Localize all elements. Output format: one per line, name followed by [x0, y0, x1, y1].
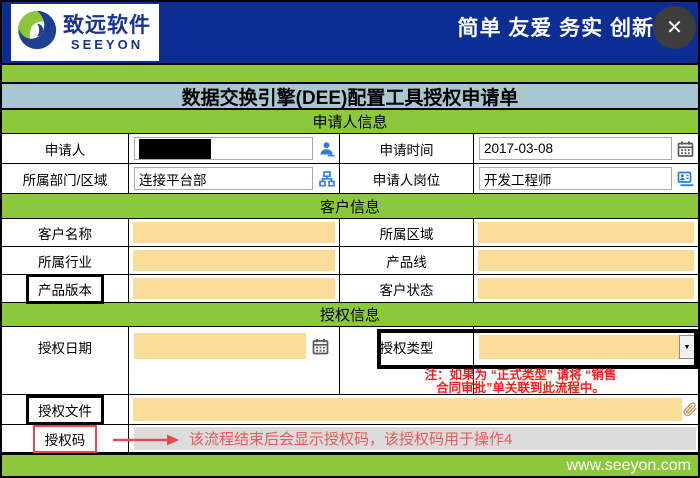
position-label: 申请人岗位 — [340, 164, 474, 193]
row-industry: 所属行业 产品线 — [2, 247, 698, 275]
paperclip-icon[interactable] — [682, 399, 698, 424]
brand-name: 致远软件 — [63, 13, 151, 37]
customer-status-label: 客户状态 — [340, 275, 474, 302]
customer-status-field[interactable] — [478, 278, 694, 299]
region-field[interactable] — [478, 222, 694, 243]
region-label: 所属区域 — [340, 219, 474, 246]
arrow-right-icon — [113, 433, 179, 451]
row-product-version: 产品版本 客户状态 — [2, 273, 698, 304]
product-version-field[interactable] — [133, 278, 335, 299]
website-url: www.seeyon.com — [566, 456, 692, 474]
auth-code-note: 该流程结束后会显示授权码，该授权码用于操作4 — [189, 431, 513, 448]
product-version-label: 产品版本 — [26, 273, 104, 304]
auth-type-note: 注：如果为 “正式类型” 请将 “销售 合同审批”单关联到此流程中。 — [347, 369, 694, 395]
applicant-name-label: 申请人 — [2, 134, 129, 163]
row-customer-name: 客户名称 所属区域 — [2, 219, 698, 247]
auth-date-field[interactable] — [134, 333, 306, 359]
footer-bar: www.seeyon.com — [2, 453, 698, 476]
auth-type-field[interactable] — [479, 335, 679, 359]
section-applicant-info: 申请人信息 — [2, 110, 698, 134]
product-line-field[interactable] — [478, 250, 694, 271]
seeyon-logo-text: 致远软件 SEEYON — [63, 15, 151, 51]
row-auth-code: 授权码 该流程结束后会显示授权码，该授权码用于操作4 — [2, 424, 698, 453]
customer-name-field[interactable] — [133, 222, 335, 243]
brand-subname: SEEYON — [70, 36, 144, 52]
auth-file-field[interactable] — [133, 398, 682, 421]
window-header: 致远软件 SEEYON 简单 友爱 务实 创新 ✕ — [2, 2, 698, 63]
close-icon[interactable]: ✕ — [653, 6, 696, 49]
top-green-strip — [2, 63, 698, 84]
form-title: 数据交换引擎(DEE)配置工具授权申请单 — [2, 84, 698, 110]
calendar-icon[interactable] — [677, 140, 694, 157]
department-input[interactable]: 连接平台部 — [134, 167, 313, 190]
auth-file-label: 授权文件 — [26, 394, 104, 425]
seeyon-logo-icon — [15, 8, 59, 57]
dee-authorization-form-window: 致远软件 SEEYON 简单 友爱 务实 创新 ✕ 数据交换引擎(DEE)配置工… — [0, 0, 700, 478]
customer-name-label: 客户名称 — [2, 219, 129, 246]
org-chart-icon[interactable] — [319, 170, 335, 187]
redacted-name — [139, 138, 211, 159]
workstation-icon[interactable] — [677, 170, 694, 187]
company-slogan: 简单 友爱 务实 创新 — [457, 17, 654, 40]
industry-label: 所属行业 — [2, 247, 129, 274]
auth-type-dropdown-icon[interactable]: ▼ — [679, 335, 695, 359]
industry-field[interactable] — [133, 250, 335, 271]
row-applicant: 申请人 申请时间 2017-03-08 — [2, 134, 698, 164]
position-input[interactable]: 开发工程师 — [479, 167, 672, 190]
row-department: 所属部门/区域 连接平台部 申请人岗位 开发工程师 — [2, 164, 698, 194]
auth-code-field: 该流程结束后会显示授权码，该授权码用于操作4 — [134, 427, 696, 450]
person-picker-icon[interactable] — [319, 141, 335, 157]
product-line-label: 产品线 — [340, 247, 474, 274]
section-customer-info: 客户信息 — [2, 194, 698, 219]
seeyon-logo: 致远软件 SEEYON — [11, 4, 159, 61]
auth-date-label: 授权日期 — [2, 327, 129, 394]
auth-date-calendar-icon[interactable] — [312, 338, 329, 360]
auth-type-note-line2: 合同审批”单关联到此流程中。 — [436, 381, 605, 395]
department-label: 所属部门/区域 — [2, 164, 129, 193]
apply-time-input[interactable]: 2017-03-08 — [479, 137, 672, 160]
section-auth-info: 授权信息 — [2, 303, 698, 327]
auth-code-label: 授权码 — [32, 424, 98, 453]
apply-time-label: 申请时间 — [340, 134, 474, 163]
row-auth-date-type: 授权日期 授权类型 ▼ 注：如果为 “正式类型” 请将 “销售 合同审批”单关联… — [2, 327, 698, 395]
row-auth-file: 授权文件 — [2, 394, 698, 425]
applicant-name-input[interactable] — [134, 137, 313, 160]
